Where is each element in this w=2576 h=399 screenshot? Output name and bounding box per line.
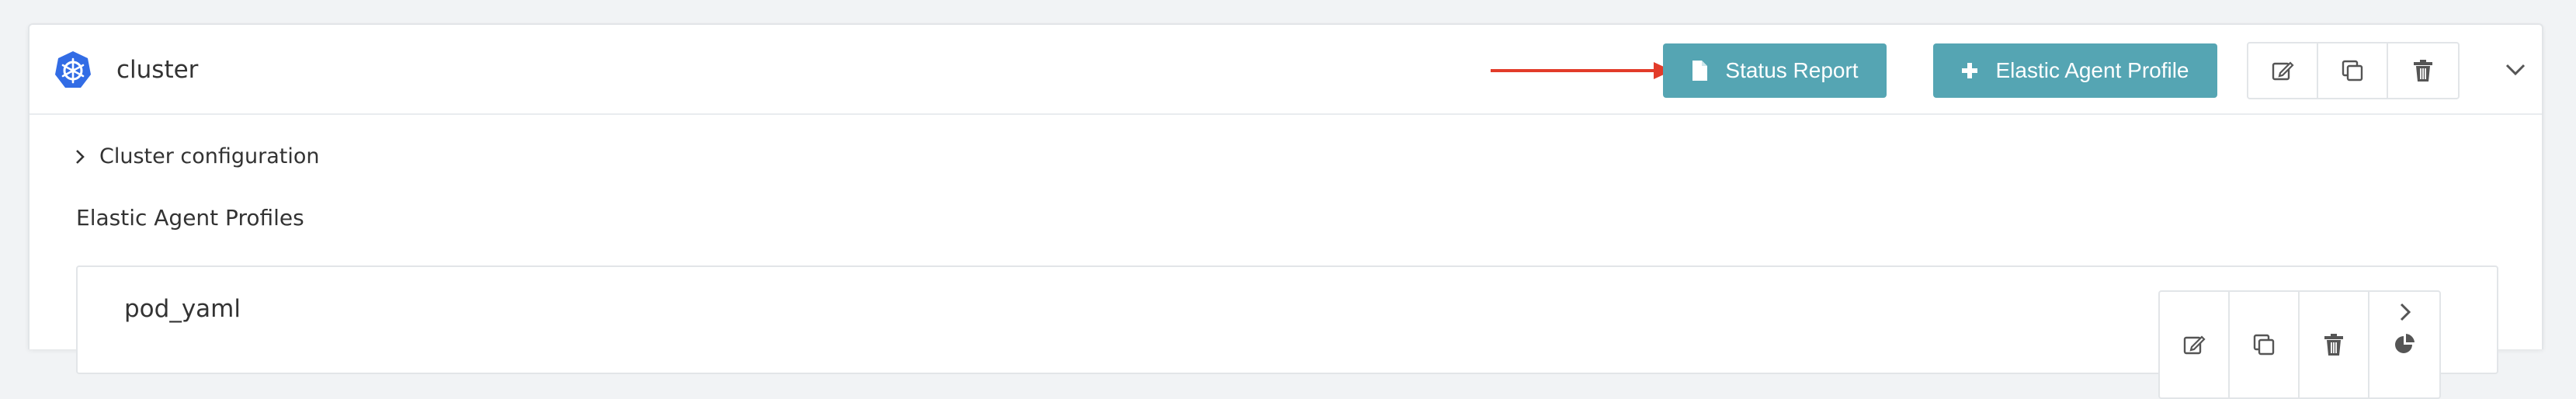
file-icon — [1691, 60, 1708, 82]
chevron-right-icon — [75, 148, 85, 165]
kubernetes-icon — [55, 51, 91, 88]
delete-icon — [2414, 60, 2432, 82]
delete-cluster-button[interactable] — [2388, 43, 2458, 98]
chevron-right-icon — [2400, 303, 2411, 321]
clone-icon — [2342, 60, 2363, 82]
expand-profile-button[interactable] — [2391, 298, 2419, 326]
clone-profile-button[interactable] — [2230, 292, 2300, 397]
edit-icon — [2272, 61, 2294, 81]
edit-profile-button[interactable] — [2160, 292, 2230, 397]
annotation-arrow — [1491, 62, 1672, 79]
edit-icon — [2183, 335, 2206, 355]
cluster-panel: cluster Status Report Elastic Agent Prof… — [28, 23, 2543, 399]
status-report-button[interactable]: Status Report — [1663, 43, 1887, 98]
cluster-actions-group — [2247, 42, 2460, 99]
elastic-agent-profiles-heading: Elastic Agent Profiles — [76, 205, 304, 231]
cluster-header[interactable]: cluster Status Report Elastic Agent Prof… — [30, 25, 2542, 115]
add-elastic-agent-profile-button[interactable]: Elastic Agent Profile — [1933, 43, 2217, 98]
profile-name: pod_yaml — [124, 295, 241, 323]
status-report-label: Status Report — [1725, 58, 1859, 82]
clone-icon — [2253, 334, 2275, 356]
profile-row[interactable]: pod_yaml — [76, 265, 2498, 399]
collapse-cluster-button[interactable] — [2501, 56, 2529, 84]
delete-profile-button[interactable] — [2300, 292, 2369, 397]
cluster-configuration-toggle[interactable]: Cluster configuration — [75, 144, 320, 168]
usage-pie-icon — [2395, 334, 2415, 353]
delete-icon — [2324, 334, 2343, 356]
plus-icon — [1961, 62, 1978, 79]
cluster-configuration-label: Cluster configuration — [99, 144, 320, 168]
clone-cluster-button[interactable] — [2318, 43, 2388, 98]
edit-cluster-button[interactable] — [2248, 43, 2318, 98]
chevron-down-icon — [2505, 64, 2526, 76]
elastic-agent-profile-label: Elastic Agent Profile — [1995, 58, 2189, 82]
cluster-title: cluster — [116, 56, 199, 84]
